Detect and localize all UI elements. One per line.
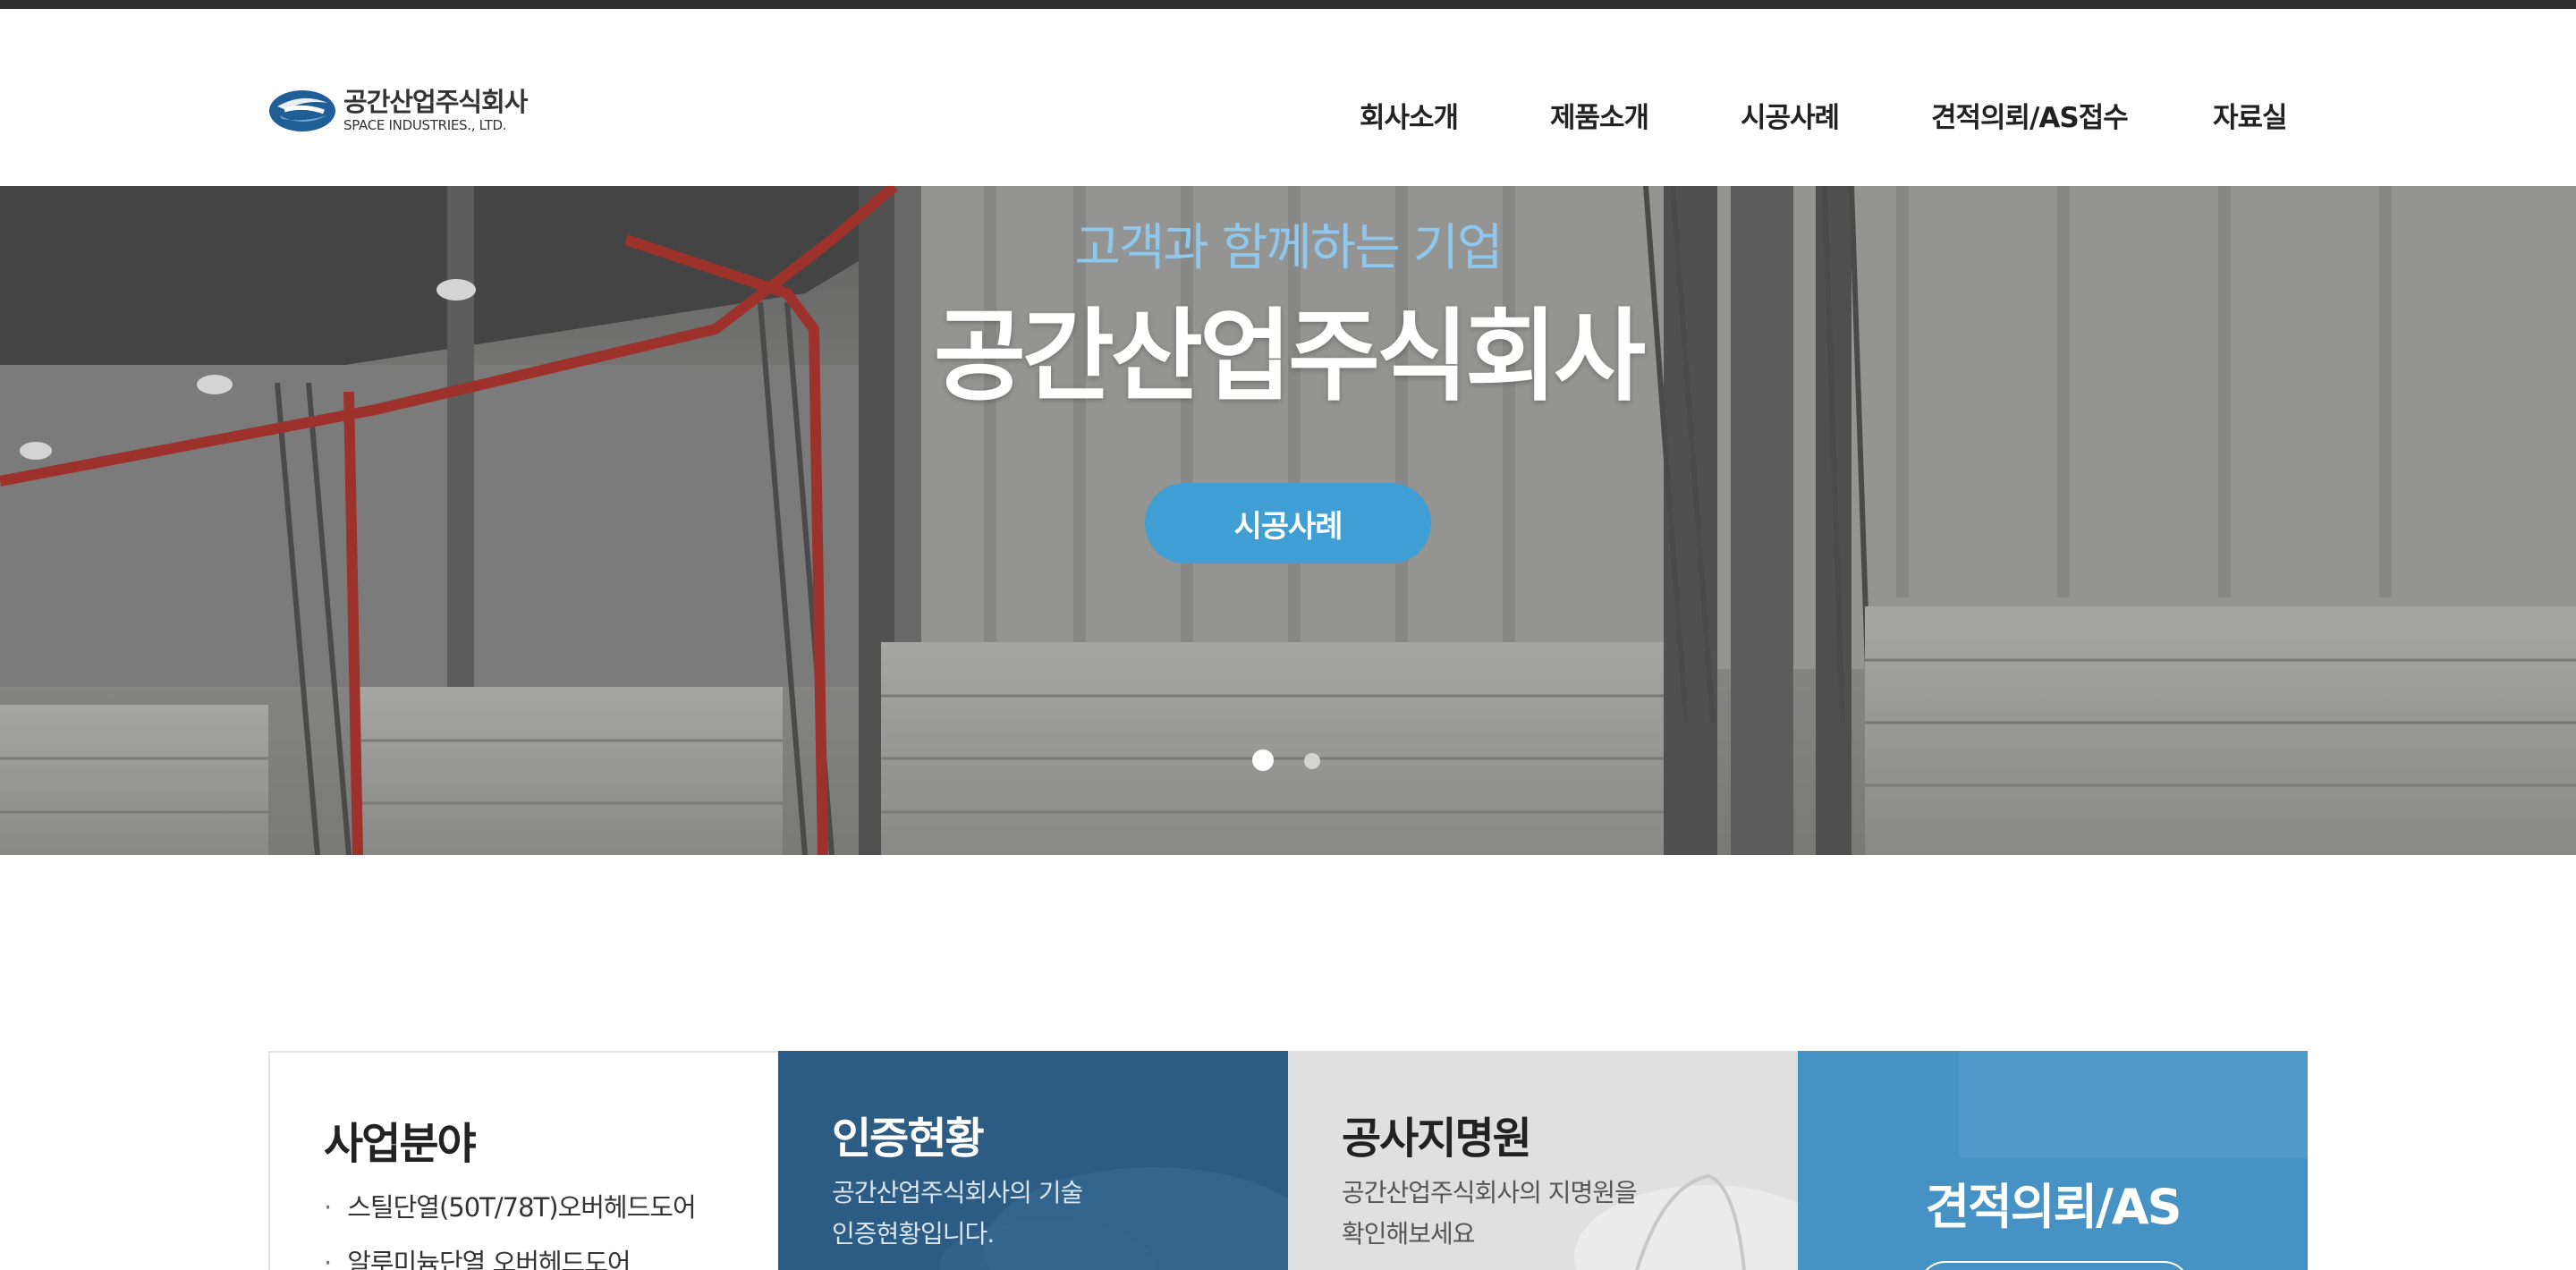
card-title: 견적의뢰/AS [1925, 1179, 2182, 1235]
card-description-line: 확인해보세요 [1342, 1219, 1476, 1249]
nav-quote-as[interactable]: 견적의뢰/AS접수 [1931, 95, 2129, 135]
company-logo[interactable]: 공간산업주식회사 SPACE INDUSTRIES., LTD. [268, 84, 537, 138]
card-title: 공사지명원 [1342, 1113, 1532, 1164]
card-certification[interactable]: 인증현황 공간산업주식회사의 기술 인증현황입니다. [778, 1051, 1288, 1270]
nav-products[interactable]: 제품소개 [1550, 95, 1649, 135]
nav-archive[interactable]: 자료실 [2213, 95, 2288, 135]
card-title: 인증현황 [832, 1113, 985, 1164]
site-header: 공간산업주식회사 SPACE INDUSTRIES., LTD. 회사소개 제품… [0, 9, 2576, 186]
logo-name-korean: 공간산업주식회사 [343, 87, 528, 117]
slider-dot-2[interactable] [1304, 753, 1320, 769]
card-designation[interactable]: 공사지명원 공간산업주식회사의 지명원을 확인해보세요 [1288, 1051, 1798, 1270]
slider-dot-1[interactable] [1252, 749, 1274, 771]
hero-cases-button[interactable]: 시공사례 [1145, 483, 1431, 563]
card-description-line: 인증현황입니다. [832, 1219, 995, 1249]
quote-button[interactable] [1919, 1261, 2190, 1270]
card-description: 공간산업주식회사의 기술 인증현황입니다. [832, 1173, 1172, 1255]
list-item[interactable]: 스틸단열(50T/78T)오버헤드도어 [324, 1187, 696, 1224]
top-bar [0, 0, 2576, 9]
card-description-line: 공간산업주식회사의 기술 [832, 1178, 1083, 1207]
quick-links: 사업분야 스틸단열(50T/78T)오버헤드도어 알루미늄단열 오버헤드도어 인… [268, 1051, 2309, 1270]
logo-mark-icon [268, 89, 336, 133]
hero-subtitle: 고객과 함께하는 기업 [1074, 219, 1503, 277]
card-quote-as[interactable]: 견적의뢰/AS [1798, 1051, 2308, 1270]
card-title: 사업분야 [324, 1119, 477, 1169]
business-list: 스틸단열(50T/78T)오버헤드도어 알루미늄단열 오버헤드도어 [324, 1187, 696, 1270]
hero-title: 공간산업주식회사 [933, 299, 1646, 415]
card-business-areas[interactable]: 사업분야 스틸단열(50T/78T)오버헤드도어 알루미늄단열 오버헤드도어 [268, 1051, 778, 1270]
card-description-line: 공간산업주식회사의 지명원을 [1342, 1178, 1638, 1207]
hero-slider: 고객과 함께하는 기업 공간산업주식회사 시공사례 [0, 186, 2576, 855]
card-description: 공간산업주식회사의 지명원을 확인해보세요 [1342, 1173, 1682, 1255]
logo-name-english: SPACE INDUSTRIES., LTD. [343, 117, 507, 133]
list-item[interactable]: 알루미늄단열 오버헤드도어 [324, 1242, 696, 1270]
nav-construction-cases[interactable]: 시공사례 [1741, 95, 1840, 135]
nav-company-intro[interactable]: 회사소개 [1360, 95, 1459, 135]
